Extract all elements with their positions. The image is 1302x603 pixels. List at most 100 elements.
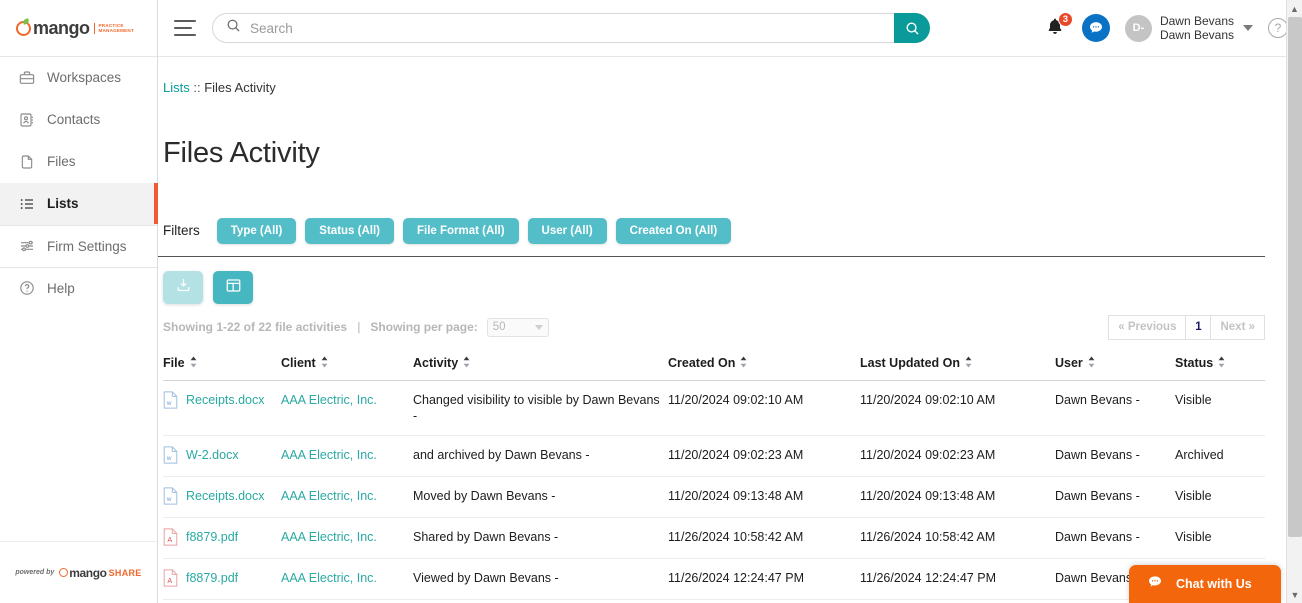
brand-tagline: PRACTICE MANAGEMENT bbox=[93, 22, 134, 34]
cell-file: Af8879.pdf bbox=[163, 517, 281, 559]
contact-card-icon bbox=[18, 111, 36, 129]
help-icon[interactable]: ? bbox=[1268, 18, 1288, 38]
next-page-button[interactable]: Next » bbox=[1210, 314, 1265, 340]
breadcrumb: Lists :: Files Activity bbox=[158, 57, 1270, 95]
cell-created-on: 11/20/2024 09:13:48 AM bbox=[668, 476, 860, 518]
cell-status: Visible bbox=[1175, 476, 1265, 518]
user-menu[interactable]: D- Dawn Bevans Dawn Bevans bbox=[1124, 14, 1253, 42]
filter-chip-file-format[interactable]: File Format (All) bbox=[403, 217, 519, 244]
sort-icon[interactable] bbox=[320, 356, 329, 371]
breadcrumb-lists-link[interactable]: Lists bbox=[163, 80, 190, 95]
file-link[interactable]: W-2.docx bbox=[186, 447, 239, 463]
sort-icon[interactable] bbox=[964, 356, 973, 371]
hamburger-icon[interactable] bbox=[174, 18, 196, 38]
sort-icon[interactable] bbox=[1217, 356, 1226, 371]
cell-user: Dawn Bevans - bbox=[1055, 517, 1175, 559]
column-header-status[interactable]: Status bbox=[1175, 354, 1265, 381]
file-link[interactable]: Receipts.docx bbox=[186, 488, 265, 504]
cell-status: Archived bbox=[1175, 435, 1265, 477]
table-row[interactable]: w W-2.docx AAA Electric, Inc. and archived … bbox=[163, 435, 1265, 477]
previous-page-button[interactable]: « Previous bbox=[1108, 314, 1187, 340]
cell-client: AAA Electric, Inc. bbox=[281, 599, 413, 603]
client-link[interactable]: AAA Electric, Inc. bbox=[281, 448, 377, 462]
cell-file: w Receipts.docx bbox=[163, 476, 281, 518]
cell-client: AAA Electric, Inc. bbox=[281, 517, 413, 559]
client-link[interactable]: AAA Electric, Inc. bbox=[281, 571, 377, 585]
cell-user: Dawn Bevans - bbox=[1055, 476, 1175, 518]
table-row[interactable]: w1099.docxAAA Electric, Inc.Viewed by Da… bbox=[163, 599, 1265, 603]
filter-chip-status[interactable]: Status (All) bbox=[305, 217, 394, 244]
sidebar-item-files[interactable]: Files bbox=[0, 141, 157, 183]
vertical-scrollbar[interactable]: ▲ ▼ bbox=[1286, 0, 1302, 603]
file-link[interactable]: f8879.pdf bbox=[186, 529, 238, 545]
per-page-label: Showing per page: bbox=[370, 320, 478, 335]
notification-count-badge: 3 bbox=[1057, 12, 1073, 27]
scrollbar-thumb[interactable] bbox=[1288, 17, 1302, 537]
table-meta-row: Showing 1-22 of 22 file activities | Sho… bbox=[158, 304, 1265, 340]
scroll-up-arrow-icon[interactable]: ▲ bbox=[1287, 0, 1302, 17]
breadcrumb-separator: :: bbox=[189, 80, 205, 95]
per-page-select[interactable]: 50 bbox=[486, 317, 549, 337]
filter-chip-user[interactable]: User (All) bbox=[527, 217, 607, 244]
table-row[interactable]: Af8879.pdf AAA Electric, Inc. Viewed by Da… bbox=[163, 558, 1265, 600]
sidebar-item-lists[interactable]: Lists bbox=[0, 183, 158, 225]
table-body: w Receipts.docx AAA Electric, Inc. Changed … bbox=[163, 380, 1265, 603]
file-link[interactable]: Receipts.docx bbox=[186, 392, 265, 408]
column-header-file[interactable]: File bbox=[163, 354, 281, 381]
filter-chip-created-on[interactable]: Created On (All) bbox=[615, 217, 732, 244]
search-input-wrapper[interactable] bbox=[212, 13, 894, 43]
svg-text:A: A bbox=[167, 535, 172, 544]
chat-with-us-widget[interactable]: Chat with Us bbox=[1129, 565, 1281, 603]
table-row[interactable]: Af8879.pdf AAA Electric, Inc. Shared by Da… bbox=[163, 517, 1265, 559]
page-number-1-button[interactable]: 1 bbox=[1185, 314, 1212, 340]
sidebar-nav: Workspaces Contacts Files Lists Firm Set… bbox=[0, 57, 158, 309]
scroll-down-arrow-icon[interactable]: ▼ bbox=[1287, 586, 1302, 603]
search-input[interactable] bbox=[241, 19, 894, 37]
search-submit-button[interactable] bbox=[894, 13, 930, 43]
column-header-user[interactable]: User bbox=[1055, 354, 1175, 381]
client-link[interactable]: AAA Electric, Inc. bbox=[281, 489, 377, 503]
cell-last-updated-on: 11/20/2024 09:02:23 AM bbox=[860, 435, 1055, 477]
sort-icon[interactable] bbox=[189, 356, 198, 371]
filter-chip-type[interactable]: Type (All) bbox=[216, 217, 297, 244]
user-name-line2: Dawn Bevans bbox=[1159, 28, 1234, 42]
search-bar bbox=[212, 13, 930, 43]
sort-icon[interactable] bbox=[1087, 356, 1096, 371]
column-header-client[interactable]: Client bbox=[281, 354, 413, 381]
table-row[interactable]: w Receipts.docx AAA Electric, Inc. Moved by… bbox=[163, 476, 1265, 518]
question-circle-icon bbox=[18, 279, 36, 297]
meta-divider: | bbox=[357, 320, 361, 335]
brand-logo[interactable]: mango PRACTICE MANAGEMENT bbox=[0, 0, 157, 57]
cell-last-updated-on: 11/26/2024 10:58:42 AM bbox=[860, 517, 1055, 559]
cell-last-updated-on: 11/26/2024 12:24:47 PM bbox=[860, 558, 1055, 600]
sidebar-item-help[interactable]: Help bbox=[0, 267, 157, 309]
sort-icon[interactable] bbox=[739, 356, 748, 371]
columns-button[interactable] bbox=[213, 270, 253, 304]
filters-label: Filters bbox=[163, 223, 200, 239]
notifications-button[interactable]: 3 bbox=[1045, 12, 1073, 40]
pdf-file-icon: A bbox=[163, 528, 178, 546]
cell-user: Dawn Bevans - bbox=[1055, 380, 1175, 436]
column-header-last-updated-on[interactable]: Last Updated On bbox=[860, 354, 1055, 381]
main-area: 3 D- Dawn Bevans Dawn Bevans bbox=[158, 0, 1302, 603]
chevron-down-icon bbox=[1243, 25, 1253, 31]
sort-icon[interactable] bbox=[462, 356, 471, 371]
svg-text:w: w bbox=[166, 455, 172, 462]
cell-created-on: 11/20/2024 09:02:23 AM bbox=[668, 435, 860, 477]
per-page-value: 50 bbox=[492, 321, 506, 334]
client-link[interactable]: AAA Electric, Inc. bbox=[281, 393, 377, 407]
column-header-activity[interactable]: Activity bbox=[413, 354, 668, 381]
column-header-created-on[interactable]: Created On bbox=[668, 354, 860, 381]
messages-button[interactable] bbox=[1081, 14, 1110, 42]
sliders-icon bbox=[18, 237, 36, 255]
sidebar-item-workspaces[interactable]: Workspaces bbox=[0, 57, 157, 99]
chat-widget-label: Chat with Us bbox=[1176, 577, 1252, 591]
sidebar-item-firm-settings[interactable]: Firm Settings bbox=[0, 225, 157, 267]
download-button[interactable] bbox=[163, 270, 203, 304]
table-header-row: File Client Activity Created On Last Upd… bbox=[163, 354, 1265, 381]
sidebar-item-contacts[interactable]: Contacts bbox=[0, 99, 157, 141]
table-row[interactable]: w Receipts.docx AAA Electric, Inc. Changed … bbox=[163, 380, 1265, 436]
cell-user: Dawn Bevans - bbox=[1055, 435, 1175, 477]
client-link[interactable]: AAA Electric, Inc. bbox=[281, 530, 377, 544]
file-link[interactable]: f8879.pdf bbox=[186, 570, 238, 586]
